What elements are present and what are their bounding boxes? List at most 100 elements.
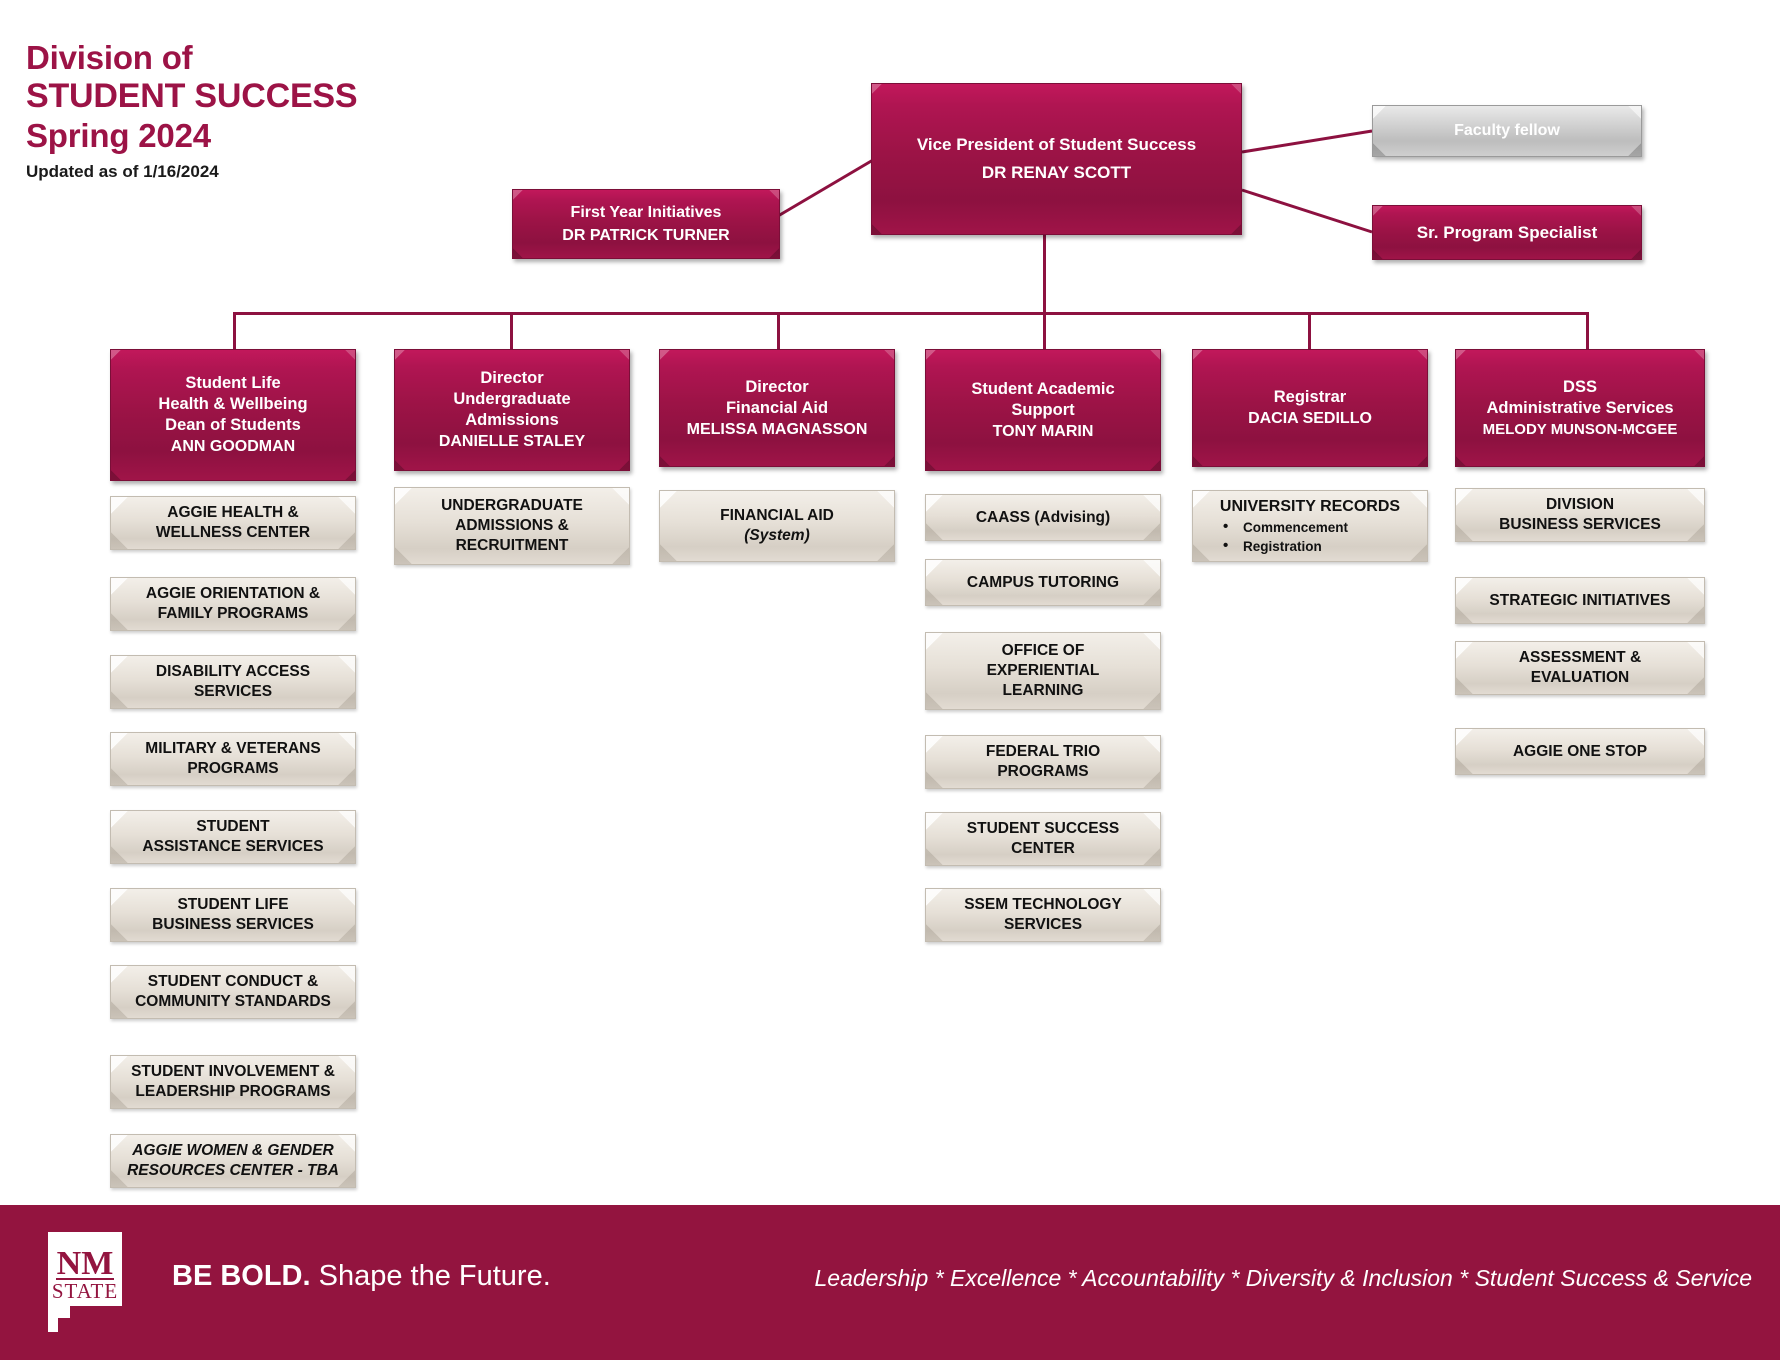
dept-head-student-academic-support[interactable]: Student Academic Support TONY MARIN [925,349,1161,471]
unit-line: STUDENT CONDUCT & [147,973,319,990]
unit-line: BUSINESS SERVICES [152,916,314,933]
unit-line: COMMUNITY STANDARDS [135,993,331,1010]
dept-head-line: Registrar [1273,388,1347,406]
unit-line: DIVISION [1545,496,1615,513]
unit-line: UNIVERSITY RECORDS [1219,497,1401,515]
unit-box[interactable]: STUDENT CONDUCT & COMMUNITY STANDARDS [110,965,356,1019]
connector-drop-col4 [1043,312,1046,349]
nmsu-logo-state: STATE [52,1279,118,1303]
vp-box[interactable]: Vice President of Student Success DR REN… [871,83,1242,235]
dept-head-line: Financial Aid [725,398,829,417]
dept-head-line: Director [480,369,544,387]
unit-box[interactable]: DIVISION BUSINESS SERVICES [1455,488,1705,542]
unit-line: FINANCIAL AID [720,507,834,524]
unit-line: SERVICES [193,683,273,700]
dept-head-name: MELODY MUNSON-MCGEE [1482,420,1678,438]
dept-head-name: ANN GOODMAN [170,438,296,455]
vp-name: DR RENAY SCOTT [981,163,1132,182]
nmsu-logo: NM STATE [48,1232,122,1332]
unit-box[interactable]: UNDERGRADUATE ADMISSIONS & RECRUITMENT [394,487,630,565]
dept-head-line: Admissions [465,411,559,429]
unit-box[interactable]: STUDENT LIFE BUSINESS SERVICES [110,888,356,942]
unit-line: RECRUITMENT [455,537,569,554]
unit-line: STRATEGIC INITIATIVES [1489,591,1671,609]
unit-box[interactable]: FINANCIAL AID (System) [659,490,895,562]
dept-head-line: Health & Wellbeing [158,395,308,413]
unit-box[interactable]: ASSESSMENT & EVALUATION [1455,641,1705,695]
footer-values: Leadership * Excellence * Accountability… [814,1265,1753,1291]
unit-box[interactable]: AGGIE HEALTH & WELLNESS CENTER [110,496,356,550]
dept-head-undergraduate-admissions[interactable]: Director Undergraduate Admissions DANIEL… [394,349,630,471]
unit-box[interactable]: CAMPUS TUTORING [925,559,1161,606]
connector-drop-col3 [777,312,780,349]
dept-head-name: MELISSA MAGNASSON [686,420,868,438]
first-year-title: First Year Initiatives [570,204,722,221]
unit-line: STUDENT INVOLVEMENT & [131,1063,335,1080]
connector-vp-stem [1043,235,1046,315]
dept-head-registrar[interactable]: Registrar DACIA SEDILLO [1192,349,1428,467]
page-title: Division of STUDENT SUCCESS Spring 2024 … [26,38,466,182]
unit-line: BUSINESS SERVICES [1499,516,1661,533]
dept-head-financial-aid[interactable]: Director Financial Aid MELISSA MAGNASSON [659,349,895,467]
tagline-rest: Shape the Future. [310,1260,551,1292]
unit-box[interactable]: STUDENT ASSISTANCE SERVICES [110,810,356,864]
dept-head-line: Administrative Services [1486,398,1674,417]
university-records-bullets: Commencement Registration [1199,517,1421,556]
unit-line: AGGIE HEALTH & [167,504,299,521]
first-year-initiatives-box[interactable]: First Year Initiatives DR PATRICK TURNER [512,189,780,259]
unit-box[interactable]: DISABILITY ACCESS SERVICES [110,655,356,709]
unit-line: PROGRAMS [997,763,1089,780]
unit-line: UNDERGRADUATE [441,497,583,514]
unit-line: FAMILY PROGRAMS [157,605,309,622]
title-line-1: Division of [26,39,193,76]
unit-box[interactable]: STUDENT SUCCESS CENTER [925,812,1161,866]
unit-box[interactable]: STRATEGIC INITIATIVES [1455,577,1705,624]
faculty-fellow-box[interactable]: Faculty fellow [1372,105,1642,157]
connector-drop-col1 [233,312,236,349]
unit-subnote: (System) [744,527,810,544]
org-chart-canvas: Division of STUDENT SUCCESS Spring 2024 … [0,0,1780,1360]
connector-drop-col5 [1308,312,1311,349]
unit-line: WELLNESS CENTER [155,524,311,541]
unit-line: AGGIE ONE STOP [1512,742,1648,760]
unit-line: SERVICES [1003,916,1083,933]
unit-line: CAMPUS TUTORING [966,573,1120,591]
first-year-name: DR PATRICK TURNER [562,227,730,244]
sr-program-specialist-label: Sr. Program Specialist [1416,222,1598,242]
unit-line: AGGIE ORIENTATION & [145,585,321,602]
unit-box[interactable]: AGGIE WOMEN & GENDER RESOURCES CENTER - … [110,1134,356,1188]
unit-box[interactable]: STUDENT INVOLVEMENT & LEADERSHIP PROGRAM… [110,1055,356,1109]
updated-date: Updated as of 1/16/2024 [26,162,219,181]
dept-head-name: TONY MARIN [992,422,1094,440]
sr-program-specialist-box[interactable]: Sr. Program Specialist [1372,205,1642,260]
dept-head-student-life[interactable]: Student Life Health & Wellbeing Dean of … [110,349,356,481]
unit-box-university-records[interactable]: UNIVERSITY RECORDS Commencement Registra… [1192,490,1428,562]
footer-banner: NM STATE BE BOLD. Shape the Future. Lead… [0,1205,1780,1360]
unit-line: ASSESSMENT & [1518,649,1642,666]
unit-line: STUDENT SUCCESS [966,820,1120,837]
dept-head-line: DSS [1563,377,1597,396]
dept-head-dss-administrative-services[interactable]: DSS Administrative Services MELODY MUNSO… [1455,349,1705,467]
unit-line: PROGRAMS [187,760,279,777]
unit-box[interactable]: OFFICE OF EXPERIENTIAL LEARNING [925,632,1161,710]
unit-box[interactable]: SSEM TECHNOLOGY SERVICES [925,888,1161,942]
title-line-3: Spring 2024 [26,117,211,154]
unit-box[interactable]: MILITARY & VETERANS PROGRAMS [110,732,356,786]
unit-line: ASSISTANCE SERVICES [142,838,324,855]
unit-line: MILITARY & VETERANS [145,740,321,757]
unit-line: EXPERIENTIAL [986,662,1100,679]
unit-box[interactable]: AGGIE ONE STOP [1455,728,1705,775]
faculty-fellow-label: Faculty fellow [1454,122,1560,139]
unit-box[interactable]: AGGIE ORIENTATION & FAMILY PROGRAMS [110,577,356,631]
connector-drop-col6 [1586,312,1589,349]
unit-box[interactable]: CAASS (Advising) [925,494,1161,541]
unit-line: DISABILITY ACCESS [155,663,311,680]
dept-head-line: Director [745,377,809,396]
connector-drop-col2 [510,312,513,349]
dept-head-name: DACIA SEDILLO [1248,410,1372,427]
title-line-2: STUDENT SUCCESS [26,77,358,115]
unit-line: SSEM TECHNOLOGY [964,896,1122,913]
unit-box[interactable]: FEDERAL TRIO PROGRAMS [925,735,1161,789]
unit-line: FEDERAL TRIO [985,743,1101,760]
dept-head-name: DANIELLE STALEY [438,433,586,450]
